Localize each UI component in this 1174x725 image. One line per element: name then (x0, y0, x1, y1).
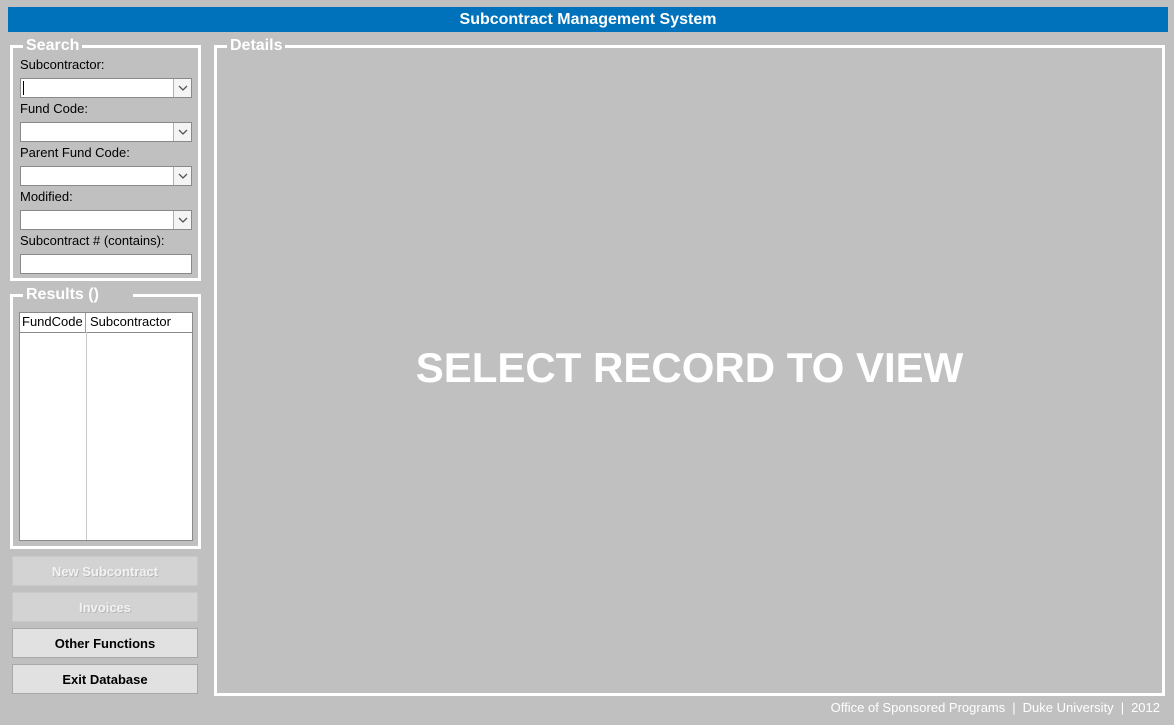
results-list[interactable]: FundCode Subcontractor (19, 312, 193, 541)
footer-university: Duke University (1022, 700, 1114, 715)
footer: Office of Sponsored Programs | Duke Univer… (831, 700, 1160, 715)
results-group: Results () FundCode Subcontractor (10, 286, 201, 549)
parent-fund-code-dropdown-button[interactable] (173, 167, 191, 185)
select-record-placeholder: SELECT RECORD TO VIEW (415, 344, 964, 391)
footer-separator: | (1012, 700, 1016, 715)
parent-fund-code-label: Parent Fund Code: (20, 145, 130, 160)
fund-code-combo[interactable] (20, 122, 192, 142)
chevron-down-icon (178, 217, 187, 223)
column-divider (86, 332, 87, 540)
footer-separator: | (1120, 700, 1125, 715)
new-subcontract-button[interactable]: New Subcontract (12, 556, 198, 586)
subcontractor-combo[interactable] (20, 78, 192, 98)
exit-database-button[interactable]: Exit Database (12, 664, 198, 694)
chevron-down-icon (178, 85, 187, 91)
footer-office: Office of Sponsored Programs (830, 700, 1006, 715)
column-header-subcontractor[interactable]: Subcontractor (86, 313, 192, 332)
app-title-bar: Subcontract Management System (8, 7, 1168, 32)
fund-code-label: Fund Code: (20, 101, 88, 116)
modified-label: Modified: (20, 189, 73, 204)
other-functions-button[interactable]: Other Functions (12, 628, 198, 658)
modified-combo[interactable] (20, 210, 192, 230)
subcontract-number-label: Subcontract # (contains): (20, 233, 165, 248)
details-legend: Details (227, 37, 286, 55)
details-group: Details SELECT RECORD TO VIEW (214, 37, 1165, 696)
subcontract-number-input[interactable] (20, 254, 192, 274)
column-header-fundcode[interactable]: FundCode (20, 313, 86, 332)
modified-dropdown-button[interactable] (173, 211, 191, 229)
text-caret (23, 81, 24, 95)
chevron-down-icon (178, 173, 187, 179)
results-list-header: FundCode Subcontractor (20, 313, 192, 333)
search-legend: Search (23, 37, 83, 55)
results-legend: Results () (23, 286, 133, 304)
parent-fund-code-combo[interactable] (20, 166, 192, 186)
footer-year: 2012 (1131, 700, 1160, 715)
invoices-button[interactable]: Invoices (12, 592, 198, 622)
fund-code-dropdown-button[interactable] (173, 123, 191, 141)
subcontractor-label: Subcontractor: (20, 57, 105, 72)
search-group: Search Subcontractor: Fund Code: Parent … (10, 37, 201, 281)
app-title: Subcontract Management System (459, 10, 717, 28)
chevron-down-icon (178, 129, 187, 135)
subcontractor-dropdown-button[interactable] (173, 79, 191, 97)
